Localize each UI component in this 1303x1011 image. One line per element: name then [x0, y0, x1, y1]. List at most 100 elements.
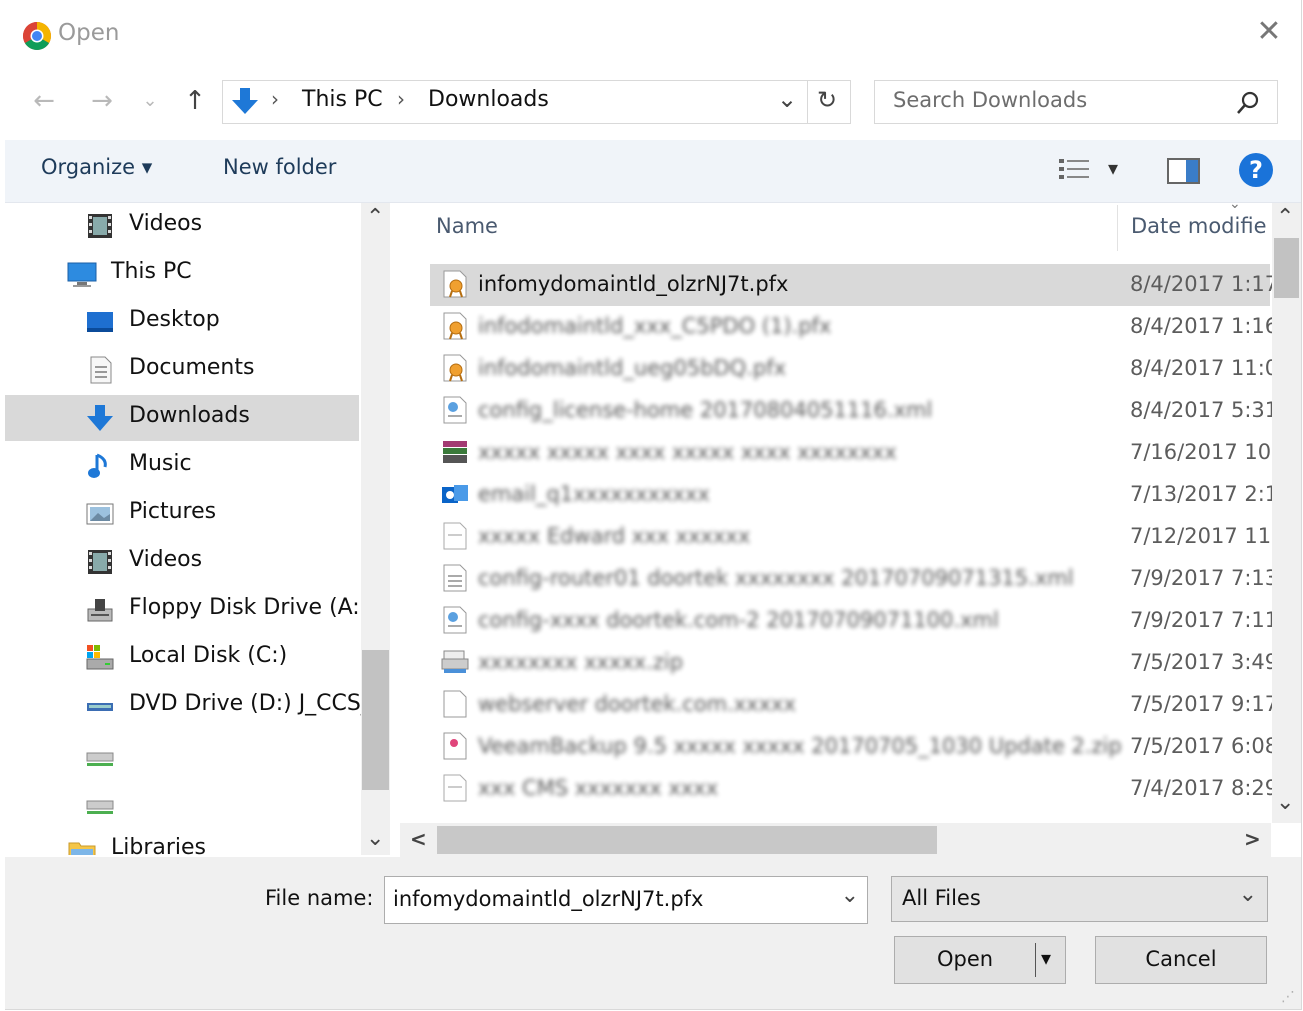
help-icon[interactable]: ?	[1239, 153, 1273, 187]
sidebar-item-drive[interactable]	[5, 779, 359, 825]
file-name: infodomaintld_xxx_C5PDO (1).pfx	[478, 314, 832, 338]
address-dropdown-icon[interactable]: ⌄	[777, 85, 797, 113]
address-divider	[807, 81, 808, 123]
file-type-value: All Files	[902, 886, 981, 910]
file-row[interactable]: xxxxx Edward xxx xxxxxx 7/12/2017 11:	[430, 516, 1278, 558]
nav-scroll-down-icon[interactable]: ⌄	[366, 826, 384, 851]
file-row[interactable]: config-router01 doortek xxxxxxxx 2017070…	[430, 558, 1278, 600]
file-row[interactable]: webserver doortek.com.xxxxx 7/5/2017 9:17	[430, 684, 1278, 726]
column-header-name[interactable]: Name	[436, 214, 498, 238]
sidebar-item-libraries[interactable]: Libraries	[5, 827, 359, 855]
certificate-icon	[440, 269, 468, 299]
documents-icon	[85, 355, 115, 385]
file-type-dropdown-icon[interactable]: ⌄	[1239, 882, 1257, 907]
nav-scroll-up-icon[interactable]: ⌃	[366, 205, 384, 230]
file-scroll-left-icon[interactable]: <	[410, 827, 427, 851]
sidebar-item-label: Libraries	[111, 835, 207, 855]
file-name-dropdown-icon[interactable]: ⌄	[841, 883, 859, 908]
sidebar-item-pictures[interactable]: Pictures	[5, 491, 359, 537]
downloads-icon	[85, 403, 115, 433]
sidebar-item-label: Music	[129, 451, 192, 476]
file-list-horizontal-thumb[interactable]	[437, 826, 937, 854]
sidebar-item-downloads[interactable]: Downloads	[5, 395, 359, 441]
config-file-icon	[440, 395, 468, 425]
sidebar-item-videos[interactable]: Videos	[5, 539, 359, 585]
generic-file-icon	[440, 773, 468, 803]
sidebar-item-local-disk-c[interactable]: Local Disk (C:)	[5, 635, 359, 681]
file-row[interactable]: email_q1xxxxxxxxxxx 7/13/2017 2:1	[430, 474, 1278, 516]
forward-button[interactable]: →	[85, 84, 119, 118]
this-pc-icon	[67, 259, 97, 289]
sidebar-item-label: Documents	[129, 355, 255, 380]
view-options-dropdown-icon[interactable]: ▾	[1108, 156, 1118, 180]
file-row[interactable]: infomydomaintld_olzrNJ7t.pfx 8/4/2017 1:1…	[430, 264, 1278, 306]
printer-file-icon	[440, 647, 469, 677]
file-name: xxxxxxxx xxxxx.zip	[478, 650, 684, 674]
file-date-modified: 7/12/2017 11:	[1130, 524, 1279, 548]
back-button[interactable]: ←	[27, 84, 61, 118]
new-folder-button[interactable]: New folder	[223, 155, 336, 179]
open-button-label: Open	[936, 947, 994, 971]
refresh-icon[interactable]: ↻	[817, 86, 837, 114]
downloads-location-icon	[232, 88, 258, 114]
close-icon[interactable]: ✕	[1251, 14, 1287, 50]
file-row[interactable]: xxxxxxxx xxxxx.zip 7/5/2017 3:49	[430, 642, 1278, 684]
file-scroll-right-icon[interactable]: >	[1244, 827, 1261, 851]
sidebar-item-dvd-drive-d-j-ccs-x[interactable]: DVD Drive (D:) J_CCS_X	[5, 683, 387, 729]
cancel-button[interactable]: Cancel	[1095, 936, 1267, 984]
file-date-modified: 7/5/2017 3:49	[1130, 650, 1279, 674]
open-split-dropdown-icon[interactable]: ▾	[1041, 946, 1051, 970]
address-bar[interactable]: › This PC › Downloads ⌄ ↻	[222, 80, 851, 124]
sidebar-item-documents[interactable]: Documents	[5, 347, 359, 393]
sidebar-item-videos[interactable]: Videos	[5, 203, 359, 249]
file-name: infodomaintld_ueg05bDQ.pfx	[478, 356, 787, 380]
videos-icon	[85, 547, 115, 577]
file-list-vertical-thumb[interactable]	[1274, 238, 1299, 298]
file-type-select[interactable]: All Files ⌄	[891, 876, 1268, 922]
view-details-icon[interactable]	[1058, 156, 1092, 184]
file-scroll-down-icon[interactable]: ⌄	[1276, 790, 1294, 815]
file-row[interactable]: config-xxxx doortek.com-2 20170709071100…	[430, 600, 1278, 642]
config-file-icon	[440, 605, 468, 635]
file-row[interactable]: VeeamBackup 9.5 xxxxx xxxxx 20170705_103…	[430, 726, 1278, 768]
file-date-modified: 7/5/2017 6:08	[1130, 734, 1279, 758]
file-row[interactable]: xxxxx xxxxx xxxx xxxxx xxxx xxxxxxxx 7/16…	[430, 432, 1278, 474]
organize-button[interactable]: Organize ▾	[41, 155, 152, 179]
file-name-label: File name:	[265, 886, 374, 910]
preview-pane-icon[interactable]	[1167, 157, 1201, 185]
sidebar-item-desktop[interactable]: Desktop	[5, 299, 359, 345]
file-row[interactable]: infodomaintld_xxx_C5PDO (1).pfx 8/4/2017 …	[430, 306, 1278, 348]
file-date-modified: 8/4/2017 5:31	[1130, 398, 1279, 422]
file-row[interactable]: xxx CMS xxxxxxx xxxx 7/4/2017 8:29	[430, 768, 1278, 810]
search-icon[interactable]	[1235, 90, 1261, 116]
nav-scrollbar-thumb[interactable]	[362, 650, 389, 790]
file-name-input[interactable]: infomydomaintld_olzrNJ7t.pfx	[393, 887, 703, 911]
recent-locations-button[interactable]: ⌄	[133, 84, 167, 118]
up-button[interactable]: ↑	[178, 84, 212, 118]
search-input[interactable]: Search Downloads	[893, 88, 1087, 112]
certificate-icon	[440, 353, 468, 383]
file-name-combobox[interactable]: infomydomaintld_olzrNJ7t.pfx ⌄	[384, 876, 868, 924]
breadcrumb-separator: ›	[271, 87, 279, 111]
sidebar-item-drive[interactable]	[5, 731, 359, 777]
file-name: config_license-home 20170804051116.xml	[478, 398, 933, 422]
resize-grip-icon[interactable]: ⋰	[1281, 989, 1295, 1005]
sidebar-item-floppy-disk-drive-a[interactable]: Floppy Disk Drive (A:)	[5, 587, 368, 633]
column-header-date-modified[interactable]: Date modifie	[1131, 214, 1267, 238]
file-date-modified: 8/4/2017 1:17	[1130, 272, 1279, 296]
breadcrumb-this-pc[interactable]: This PC	[302, 87, 383, 112]
sidebar-item-music[interactable]: Music	[5, 443, 359, 489]
file-scroll-up-icon[interactable]: ⌃	[1276, 205, 1294, 230]
open-button[interactable]: Open ▾	[894, 936, 1066, 984]
column-divider[interactable]	[1117, 205, 1118, 251]
sidebar-item-this-pc[interactable]: This PC	[5, 251, 359, 297]
sort-indicator-icon: ⌄	[1229, 196, 1241, 212]
search-box[interactable]: Search Downloads	[874, 80, 1278, 124]
file-name: VeeamBackup 9.5 xxxxx xxxxx 20170705_103…	[478, 734, 1122, 758]
file-row[interactable]: infodomaintld_ueg05bDQ.pfx 8/4/2017 11:0	[430, 348, 1278, 390]
file-row[interactable]: config_license-home 20170804051116.xml 8/…	[430, 390, 1278, 432]
breadcrumb-downloads[interactable]: Downloads	[428, 87, 549, 112]
breadcrumb-separator: ›	[397, 87, 405, 111]
file-date-modified: 8/4/2017 11:0	[1130, 356, 1279, 380]
file-name: webserver doortek.com.xxxxx	[478, 692, 796, 716]
